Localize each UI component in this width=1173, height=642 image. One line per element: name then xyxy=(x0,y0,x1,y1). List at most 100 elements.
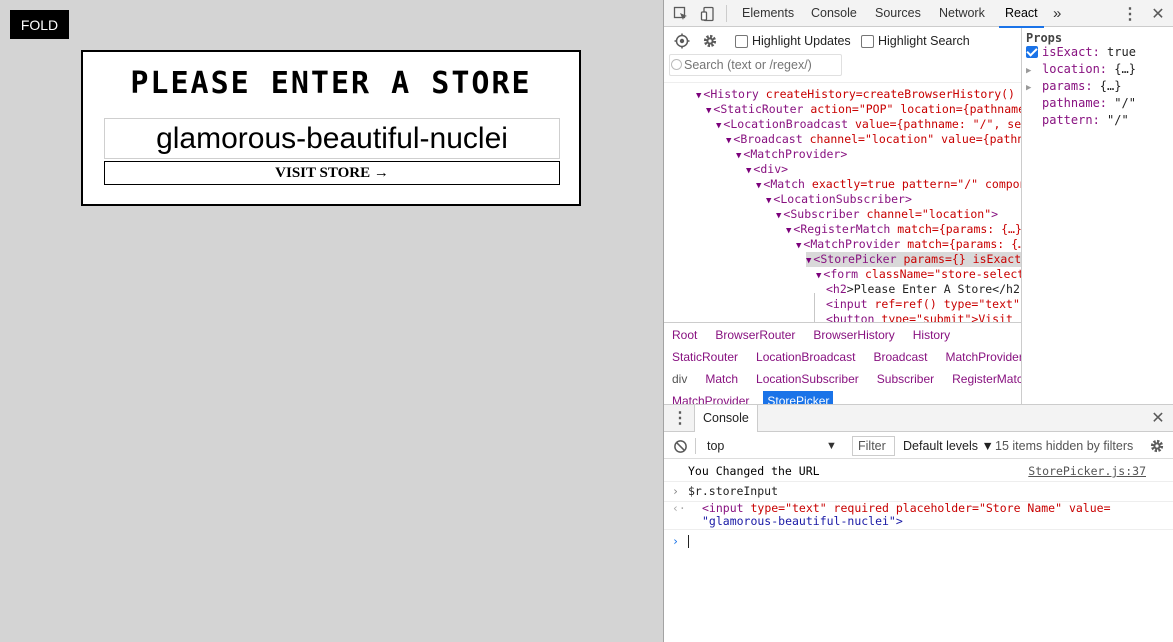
expand-arrow-icon[interactable]: ▼ xyxy=(756,181,761,191)
tree-node-h2[interactable]: <h2>Please Enter A Store</h2 xyxy=(826,282,1021,297)
tree-close: > xyxy=(904,192,912,206)
drawer-tab-console[interactable]: Console xyxy=(694,405,758,432)
result-tag: <input xyxy=(702,501,744,515)
prompt-chevron-icon: › xyxy=(672,534,679,548)
expand-triangle-icon[interactable]: ▶ xyxy=(1026,66,1038,76)
tree-node-match[interactable]: ▼ <Match exactly=true pattern="/" compone xyxy=(756,177,1021,192)
breadcrumb-matchprovider[interactable]: MatchProvider xyxy=(941,347,1021,367)
tree-node-locationbroadcast[interactable]: ▼ <LocationBroadcast value={pathname: "/"… xyxy=(716,117,1021,132)
breadcrumb-registermatch[interactable]: RegisterMatch xyxy=(948,369,1021,389)
tab-sources[interactable]: Sources xyxy=(875,0,921,27)
tree-node-locationsubscriber[interactable]: ▼ <LocationSubscriber> xyxy=(766,192,1021,207)
prompt-cursor[interactable] xyxy=(688,535,689,548)
tree-attrs: action="POP" location={pathname: xyxy=(803,102,1021,116)
store-name-input[interactable] xyxy=(104,118,560,159)
clear-console-icon[interactable] xyxy=(670,436,690,456)
breadcrumb-history[interactable]: History xyxy=(909,325,954,345)
expand-arrow-icon[interactable]: ▼ xyxy=(786,226,791,236)
console-input-row: › $r.storeInput xyxy=(664,484,1173,502)
tab-react[interactable]: React xyxy=(999,0,1044,28)
expand-arrow-icon[interactable]: ▼ xyxy=(716,121,721,131)
tree-node-subscriber[interactable]: ▼ <Subscriber channel="location"> xyxy=(776,207,1021,222)
breadcrumb-browserrouter[interactable]: BrowserRouter xyxy=(711,325,799,345)
expand-arrow-icon[interactable]: ▼ xyxy=(726,136,731,146)
prop-value: {…} xyxy=(1092,79,1122,93)
context-dropdown-icon[interactable]: ▼ xyxy=(826,436,837,456)
prop-key: location: xyxy=(1042,62,1108,76)
fold-button[interactable]: FOLD xyxy=(10,10,69,39)
close-devtools-icon[interactable]: ✕ xyxy=(1148,4,1168,24)
tree-node-form[interactable]: ▼ <form className="store-selecto xyxy=(816,267,1021,282)
tree-tag: <MatchProvider xyxy=(803,237,901,251)
hidden-items-count: 15 items hidden by filters xyxy=(995,439,1134,453)
expand-arrow-icon[interactable]: ▼ xyxy=(706,106,711,116)
expand-arrow-icon[interactable]: ▼ xyxy=(796,241,801,251)
breadcrumb-match[interactable]: Match xyxy=(701,369,742,389)
tree-node-staticrouter[interactable]: ▼ <StaticRouter action="POP" location={pa… xyxy=(706,102,1021,117)
breadcrumb-staticrouter[interactable]: StaticRouter xyxy=(668,347,742,367)
tree-attrs: type="submit">Visit xyxy=(874,312,1013,322)
console-result-row: ‹· <input type="text" required placehold… xyxy=(664,502,1173,530)
highlight-updates-checkbox[interactable] xyxy=(735,35,748,48)
drawer-menu-icon[interactable]: ⋮ xyxy=(670,408,690,428)
expand-arrow-icon[interactable]: ▼ xyxy=(776,211,781,221)
react-toolbar: Highlight Updates Highlight Search xyxy=(664,28,1021,55)
tab-console[interactable]: Console xyxy=(811,0,857,27)
expand-arrow-icon[interactable]: ▼ xyxy=(806,256,811,266)
inspect-element-icon[interactable] xyxy=(671,4,691,24)
close-drawer-icon[interactable]: ✕ xyxy=(1148,408,1168,428)
breadcrumb-matchprovider[interactable]: MatchProvider xyxy=(668,391,753,404)
kebab-menu-icon[interactable]: ⋮ xyxy=(1120,4,1140,24)
props-title: Props xyxy=(1026,31,1063,45)
breadcrumb-broadcast[interactable]: Broadcast xyxy=(869,347,931,367)
console-prompt-row[interactable]: › xyxy=(664,534,1173,550)
gear-icon[interactable] xyxy=(700,31,720,51)
tree-node-matchprovider[interactable]: ▼ <MatchProvider match={params: {… xyxy=(796,237,1021,252)
tree-tag: <Subscriber xyxy=(783,207,860,221)
breadcrumb-div[interactable]: div xyxy=(668,369,691,389)
expand-arrow-icon[interactable]: ▼ xyxy=(766,196,771,206)
context-select[interactable]: top xyxy=(701,436,839,456)
breadcrumb-subscriber[interactable]: Subscriber xyxy=(873,369,938,389)
more-tabs-button[interactable]: » xyxy=(1053,0,1061,27)
breadcrumb-locationbroadcast[interactable]: LocationBroadcast xyxy=(752,347,859,367)
console-filter-input[interactable]: Filter xyxy=(852,436,895,456)
breadcrumb-storepicker[interactable]: StorePicker xyxy=(763,391,834,404)
visit-store-button[interactable]: VISIT STORE → xyxy=(104,161,560,185)
breadcrumb-locationsubscriber[interactable]: LocationSubscriber xyxy=(752,369,863,389)
console-log-row: You Changed the URL StorePicker.js:37 xyxy=(664,464,1173,482)
expand-arrow-icon[interactable]: ▼ xyxy=(816,271,821,281)
tree-attrs: ref=ref() type="text" xyxy=(867,297,1020,311)
tree-attrs: channel="location" value={pathna xyxy=(802,132,1021,146)
expand-triangle-icon[interactable]: ▶ xyxy=(1026,83,1038,93)
device-toggle-icon[interactable] xyxy=(698,4,718,24)
tree-tag: <StorePicker xyxy=(813,252,897,266)
highlight-search-checkbox[interactable] xyxy=(861,35,874,48)
tree-node-broadcast[interactable]: ▼ <Broadcast channel="location" value={pa… xyxy=(726,132,1021,147)
tree-node-storepicker[interactable]: ▼ <StorePicker params={} isExact= xyxy=(806,252,1021,267)
target-icon[interactable] xyxy=(672,31,692,51)
prop-row-params[interactable]: ▶ params: {…} xyxy=(1026,79,1121,96)
breadcrumb-browserhistory[interactable]: BrowserHistory xyxy=(809,325,898,345)
tree-node-history[interactable]: ▼ <History createHistory=createBrowserHis… xyxy=(696,87,1021,102)
expand-arrow-icon[interactable]: ▼ xyxy=(746,166,751,176)
tab-network[interactable]: Network xyxy=(939,0,985,27)
tree-close: > xyxy=(991,207,999,221)
expand-arrow-icon[interactable]: ▼ xyxy=(696,91,701,101)
prop-row-location[interactable]: ▶ location: {…} xyxy=(1026,62,1136,79)
expand-arrow-icon[interactable]: ▼ xyxy=(736,151,741,161)
tab-elements[interactable]: Elements xyxy=(742,0,794,27)
console-log-source-link[interactable]: StorePicker.js:37 xyxy=(1028,464,1146,478)
tree-node-registermatch[interactable]: ▼ <RegisterMatch match={params: {…}, xyxy=(786,222,1021,237)
prop-row-pattern: pattern: "/" xyxy=(1026,113,1129,130)
checkbox-checked-icon[interactable] xyxy=(1026,46,1038,58)
prop-row-isexact[interactable]: isExact: true xyxy=(1026,45,1136,62)
tree-search-input[interactable] xyxy=(684,56,834,74)
tree-node-div[interactable]: ▼ <div> xyxy=(746,162,1021,177)
console-settings-icon[interactable] xyxy=(1147,436,1167,456)
breadcrumb-root[interactable]: Root xyxy=(668,325,701,345)
tree-node-matchprovider[interactable]: ▼ <MatchProvider> xyxy=(736,147,1021,162)
tree-node-input[interactable]: <input ref=ref() type="text" xyxy=(826,297,1021,312)
log-levels-dropdown[interactable]: Default levels ▼ xyxy=(903,436,994,456)
tree-node-button[interactable]: <button type="submit">Visit xyxy=(826,312,1021,322)
